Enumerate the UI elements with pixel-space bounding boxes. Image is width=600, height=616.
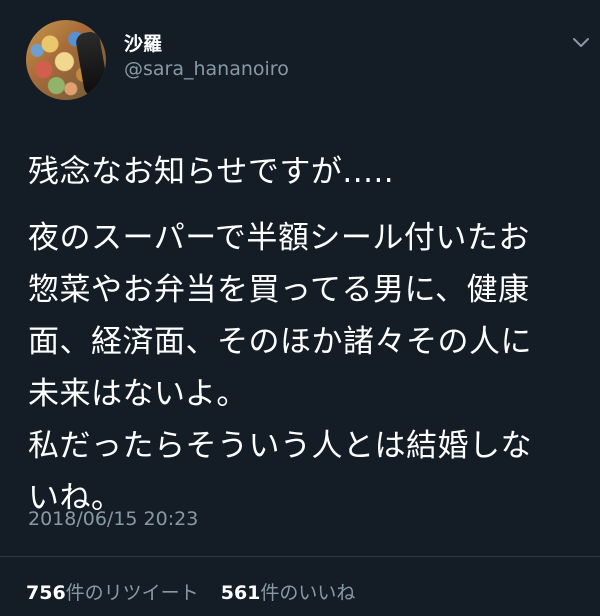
likes-stat[interactable]: 561件のいいね: [221, 578, 356, 605]
tweet-card: 沙羅 @sara_hananoiro 残念なお知らせですが..... 夜のスーパ…: [0, 0, 600, 616]
tweet-text-line: 未来はないよ。: [28, 376, 248, 412]
tweet-text-line: 夜のスーパーで半額シール付いたお: [28, 220, 530, 256]
tweet-timestamp[interactable]: 2018/06/15 20:23: [28, 508, 198, 530]
chevron-down-icon[interactable]: [570, 34, 592, 52]
author-username[interactable]: @sara_hananoiro: [124, 58, 289, 80]
tweet-text-line: 惣菜やお弁当を買ってる男に、健康: [28, 272, 530, 308]
tweet-text-line: 残念なお知らせですが.....: [28, 154, 395, 190]
author-display-name[interactable]: 沙羅: [124, 29, 162, 56]
tweet-header: 沙羅 @sara_hananoiro: [0, 0, 600, 110]
likes-count: 561: [220, 582, 261, 604]
avatar-shoe: [74, 30, 106, 98]
avatar[interactable]: [26, 20, 106, 100]
tweet-text-line: 面、経済面、そのほか諸々その人に: [28, 324, 532, 360]
tweet-stats: 756件のリツイート 561件のいいね: [26, 578, 355, 605]
retweets-stat[interactable]: 756件のリツイート: [26, 578, 199, 605]
likes-label: 件のいいね: [260, 582, 356, 604]
retweets-label: 件のリツイート: [65, 582, 199, 604]
retweets-count: 756: [26, 582, 66, 604]
tweet-text-line: 私だったらそういう人とは結婚しな: [28, 428, 532, 464]
divider: [0, 556, 600, 557]
tweet-text: 残念なお知らせですが..... 夜のスーパーで半額シール付いたお 惣菜やお弁当を…: [28, 146, 588, 524]
